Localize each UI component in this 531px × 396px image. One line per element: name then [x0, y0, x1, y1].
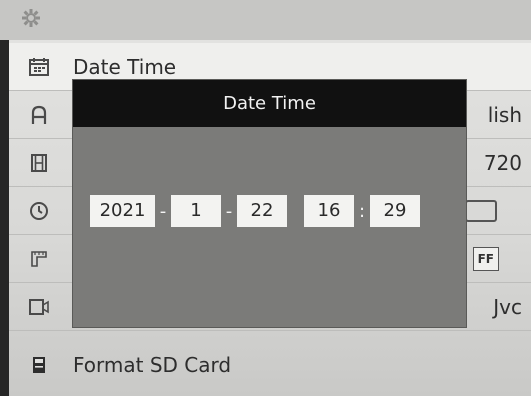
- ruler-icon: [27, 248, 51, 270]
- dialog-titlebar: Date Time: [73, 80, 466, 127]
- language-icon: [27, 104, 51, 126]
- time-separator: :: [358, 201, 366, 222]
- calendar-icon: [27, 56, 51, 78]
- value-button[interactable]: [465, 200, 497, 222]
- minute-field[interactable]: 29: [370, 195, 420, 227]
- left-edge-strip: [0, 40, 9, 396]
- clock-icon: [27, 200, 51, 222]
- year-field[interactable]: 2021: [90, 195, 155, 227]
- menu-item-value: Jvc: [493, 295, 522, 319]
- month-field[interactable]: 1: [171, 195, 221, 227]
- settings-header: [0, 0, 531, 40]
- day-field[interactable]: 22: [237, 195, 287, 227]
- video-camera-icon: [27, 296, 51, 318]
- menu-item-label: Format SD Card: [73, 353, 232, 377]
- date-separator: -: [159, 201, 167, 222]
- gear-icon: [20, 7, 42, 29]
- menu-item-format-sd-card[interactable]: Format SD Card: [9, 341, 531, 389]
- hour-field[interactable]: 16: [304, 195, 354, 227]
- film-icon: [27, 152, 51, 174]
- off-toggle[interactable]: FF: [472, 247, 499, 271]
- menu-item-value: lish: [487, 103, 522, 127]
- date-separator: -: [225, 201, 233, 222]
- date-time-dialog: Date Time 2021 - 1 - 22 16 : 29: [73, 80, 466, 327]
- sd-card-icon: [27, 354, 51, 376]
- dialog-title: Date Time: [223, 93, 316, 114]
- menu-item-value: 720: [483, 151, 522, 175]
